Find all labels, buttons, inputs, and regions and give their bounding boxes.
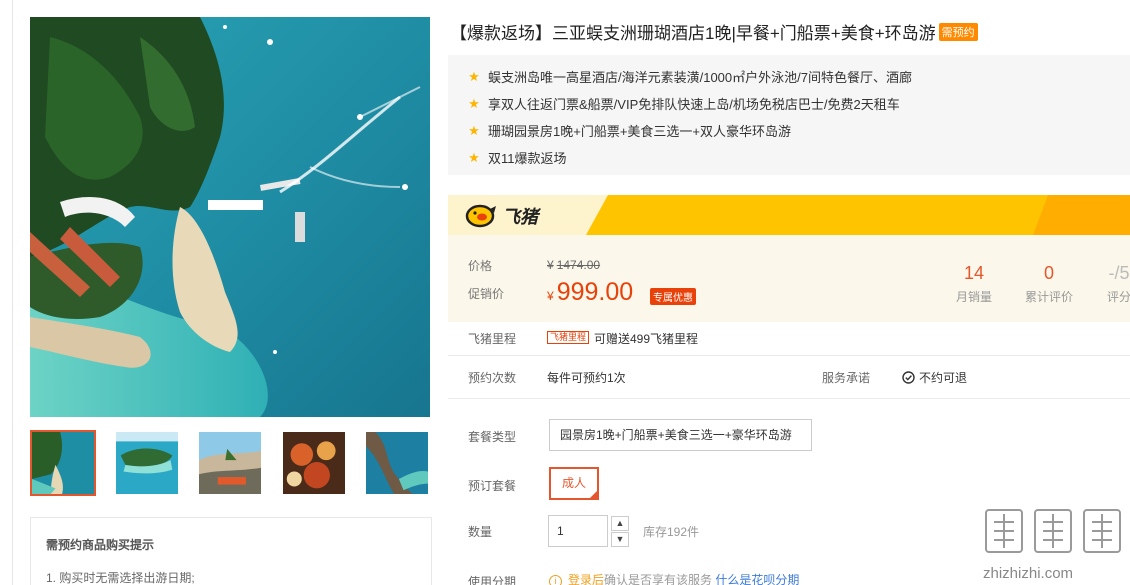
package-option-text: 成人: [561, 476, 586, 490]
rating-stat: -/5 评分: [1084, 263, 1130, 305]
promo-price-value: 999.00: [556, 278, 634, 306]
site-watermark-logo: zhizhizhi.com: [982, 507, 1123, 584]
review-count-stat[interactable]: 0 累计评价: [1014, 263, 1084, 305]
banner-background: [448, 195, 1130, 235]
monthly-sales-label: 月销量: [955, 290, 992, 304]
highlight-item: ★ 享双人往返门票&船票/VIP免排队快速上岛/机场免税店巴士/免费2天租车: [468, 90, 1130, 117]
highlight-item: ★ 蜈支洲岛唯一高星酒店/海洋元素装潢/1000㎡户外泳池/7间特色餐厅、酒廊: [468, 63, 1130, 90]
thumbnail-island-aerial-photo: [116, 432, 178, 494]
star-icon: ★: [468, 68, 480, 84]
login-link[interactable]: 登录后: [568, 573, 604, 585]
package-label: 预订套餐: [468, 479, 517, 493]
quantity-increase-button[interactable]: ▲: [611, 516, 629, 531]
chevron-down-icon: ▼: [615, 534, 625, 544]
service-label: 服务承诺: [822, 371, 871, 385]
highlight-text: 享双人往返门票&船票/VIP免排队快速上岛/机场免税店巴士/免费2天租车: [488, 97, 900, 112]
thumbnail-seafood-photo: [283, 432, 345, 494]
thumbnail-reef-photo: [366, 432, 428, 494]
divider: [448, 398, 1130, 399]
highlight-text: 双11爆款返场: [488, 151, 567, 166]
star-icon: ★: [468, 122, 480, 138]
monthly-sales-stat: 14 月销量: [939, 263, 1009, 305]
product-title: 【爆款返场】三亚蜈支洲珊瑚酒店1晚|早餐+门船票+美食+环岛游 需预约: [450, 19, 978, 44]
divider: [448, 355, 1130, 356]
review-count-label: 累计评价: [1024, 290, 1073, 304]
thumbnail-strip: [30, 430, 430, 496]
original-price-value: 1474.00: [556, 258, 601, 272]
thumbnail-coast-road-photo: [199, 432, 261, 494]
thumbnail-island-photo: [32, 432, 94, 494]
mileage-text: 可赠送499飞猪里程: [594, 332, 699, 346]
product-title-text: 【爆款返场】三亚蜈支洲珊瑚酒店1晚|早餐+门船票+美食+环岛游: [450, 24, 936, 43]
fliggy-banner: 飞猪: [448, 195, 1130, 235]
installment-note-text: 确认是否享有该服务: [604, 573, 713, 585]
package-option-adult[interactable]: 成人: [549, 467, 599, 500]
booking-limit-value: 每件可预约1次: [547, 371, 626, 385]
fliggy-pig-logo-icon: [465, 204, 496, 228]
info-icon: i: [549, 575, 562, 585]
stock-count: 库存192件: [643, 525, 700, 539]
fliggy-brand-name: 飞猪: [502, 207, 538, 227]
thumbnail-2[interactable]: [114, 430, 180, 496]
package-type-option[interactable]: 园景房1晚+门船票+美食三选一+豪华环岛游: [549, 419, 812, 451]
promo-price-label: 促销价: [468, 287, 505, 301]
review-count: 0: [1043, 263, 1054, 283]
product-main-image[interactable]: [30, 17, 430, 417]
price-label: 价格: [468, 259, 493, 273]
rating-value: -/5: [1108, 263, 1130, 283]
booking-limit-row: 预约次数 每件可预约1次 服务承诺 不约可退: [448, 369, 1130, 387]
quantity-label: 数量: [468, 525, 493, 539]
currency-symbol: ¥: [547, 258, 554, 272]
installment-note: i 登录后确认是否享有该服务 什么是花呗分期: [549, 571, 799, 585]
thumbnail-5[interactable]: [364, 430, 430, 496]
mileage-label: 飞猪里程: [468, 332, 517, 346]
reservation-tag: 需预约: [938, 23, 978, 41]
booking-tips-line: 1. 购买时无需选择出游日期;: [46, 571, 195, 585]
booking-tips-title: 需预约商品购买提示: [46, 538, 155, 552]
check-circle-icon: [902, 371, 915, 384]
star-icon: ★: [468, 95, 480, 111]
island-aerial-photo: [30, 17, 430, 417]
thumbnail-1[interactable]: [30, 430, 96, 496]
currency-symbol: ¥: [547, 289, 554, 303]
monthly-sales-count: 14: [963, 263, 985, 283]
thumbnail-4[interactable]: [281, 430, 347, 496]
mileage-tag: 飞猪里程: [547, 331, 590, 344]
thumbnail-3[interactable]: [197, 430, 263, 496]
booking-limit-label: 预约次数: [468, 371, 517, 385]
price-panel: 价格 ¥1474.00 促销价 ¥999.00 专属优惠 14 月销量 0 累计…: [448, 235, 1130, 322]
service-promise-text: 不约可退: [919, 371, 968, 385]
star-icon: ★: [468, 149, 480, 165]
quantity-decrease-button[interactable]: ▼: [611, 532, 629, 547]
highlight-item: ★ 双11爆款返场: [468, 144, 1130, 171]
quantity-input[interactable]: 1: [548, 515, 608, 547]
promo-price: ¥999.00: [547, 278, 633, 307]
highlight-text: 蜈支洲岛唯一高星酒店/海洋元素装潢/1000㎡户外泳池/7间特色餐厅、酒廊: [488, 70, 912, 85]
chevron-up-icon: ▲: [615, 518, 625, 528]
package-type-label: 套餐类型: [468, 430, 517, 444]
highlights-panel: ★ 蜈支洲岛唯一高星酒店/海洋元素装潢/1000㎡户外泳池/7间特色餐厅、酒廊 …: [448, 55, 1130, 175]
huabei-info-link[interactable]: 什么是花呗分期: [715, 573, 799, 585]
exclusive-offer-tag: 专属优惠: [650, 288, 696, 305]
rating-label: 评分: [1106, 290, 1130, 304]
original-price: ¥1474.00: [547, 258, 600, 272]
installment-label: 使用分期: [468, 575, 517, 585]
selected-corner-icon: [589, 490, 598, 499]
highlight-text: 珊瑚园景房1晚+门船票+美食三选一+双人豪华环岛游: [488, 124, 792, 139]
service-promise[interactable]: 不约可退: [902, 369, 967, 386]
booking-tips-box: 需预约商品购买提示 1. 购买时无需选择出游日期;: [30, 517, 432, 585]
page-left-border: [12, 0, 13, 585]
mileage-row: 飞猪里程 飞猪里程 可赠送499飞猪里程: [448, 330, 1130, 348]
fliggy-brand: 飞猪: [464, 203, 538, 229]
highlight-item: ★ 珊瑚园景房1晚+门船票+美食三选一+双人豪华环岛游: [468, 117, 1130, 144]
